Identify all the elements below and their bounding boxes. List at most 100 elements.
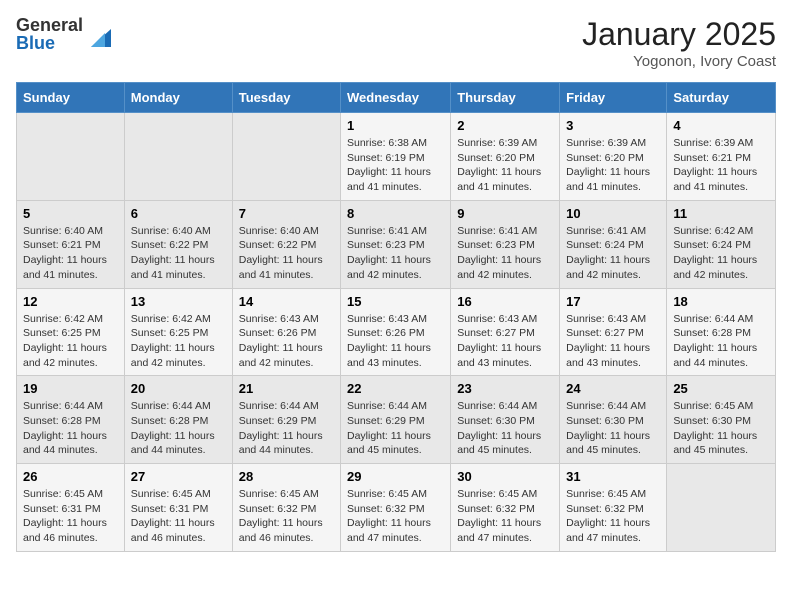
calendar-cell: 5 Sunrise: 6:40 AM Sunset: 6:21 PM Daylig… (17, 200, 125, 288)
day-info: Sunrise: 6:42 AM Sunset: 6:25 PM Dayligh… (23, 312, 118, 371)
calendar-cell: 31 Sunrise: 6:45 AM Sunset: 6:32 PM Dayli… (560, 464, 667, 552)
day-info: Sunrise: 6:45 AM Sunset: 6:31 PM Dayligh… (131, 487, 226, 546)
day-number: 28 (239, 469, 334, 484)
page-header: General Blue January 2025 Yogonon, Ivory… (16, 16, 776, 70)
day-number: 11 (673, 206, 769, 221)
calendar-cell: 21 Sunrise: 6:44 AM Sunset: 6:29 PM Dayli… (232, 376, 340, 464)
day-number: 10 (566, 206, 660, 221)
calendar-cell: 13Sunrise: 6:42 AM Sunset: 6:25 PM Dayli… (124, 288, 232, 376)
day-info: Sunrise: 6:45 AM Sunset: 6:32 PM Dayligh… (457, 487, 553, 546)
day-number: 29 (347, 469, 444, 484)
calendar-cell (124, 113, 232, 201)
day-number: 30 (457, 469, 553, 484)
calendar-cell: 27 Sunrise: 6:45 AM Sunset: 6:31 PM Dayli… (124, 464, 232, 552)
day-info: Sunrise: 6:44 AM Sunset: 6:28 PM Dayligh… (673, 312, 769, 371)
day-info: Sunrise: 6:41 AM Sunset: 6:23 PM Dayligh… (347, 224, 444, 283)
day-info: Sunrise: 6:44 AM Sunset: 6:29 PM Dayligh… (239, 399, 334, 458)
calendar-cell: 9 Sunrise: 6:41 AM Sunset: 6:23 PM Daylig… (451, 200, 560, 288)
day-info: Sunrise: 6:44 AM Sunset: 6:28 PM Dayligh… (23, 399, 118, 458)
day-number: 5 (23, 206, 118, 221)
day-info: Sunrise: 6:42 AM Sunset: 6:25 PM Dayligh… (131, 312, 226, 371)
weekday-header-wednesday: Wednesday (341, 83, 451, 113)
day-number: 21 (239, 381, 334, 396)
day-number: 3 (566, 118, 660, 133)
day-number: 22 (347, 381, 444, 396)
day-number: 31 (566, 469, 660, 484)
calendar-cell: 16Sunrise: 6:43 AM Sunset: 6:27 PM Dayli… (451, 288, 560, 376)
day-info: Sunrise: 6:45 AM Sunset: 6:32 PM Dayligh… (347, 487, 444, 546)
day-number: 14 (239, 294, 334, 309)
week-row-3: 12Sunrise: 6:42 AM Sunset: 6:25 PM Dayli… (17, 288, 776, 376)
week-row-2: 5 Sunrise: 6:40 AM Sunset: 6:21 PM Daylig… (17, 200, 776, 288)
day-info: Sunrise: 6:43 AM Sunset: 6:26 PM Dayligh… (347, 312, 444, 371)
weekday-header-thursday: Thursday (451, 83, 560, 113)
day-info: Sunrise: 6:43 AM Sunset: 6:27 PM Dayligh… (457, 312, 553, 371)
calendar-cell: 7 Sunrise: 6:40 AM Sunset: 6:22 PM Daylig… (232, 200, 340, 288)
calendar-cell: 6Sunrise: 6:40 AM Sunset: 6:22 PM Daylig… (124, 200, 232, 288)
day-number: 20 (131, 381, 226, 396)
calendar-cell: 22 Sunrise: 6:44 AM Sunset: 6:29 PM Dayli… (341, 376, 451, 464)
day-number: 17 (566, 294, 660, 309)
calendar-cell: 17 Sunrise: 6:43 AM Sunset: 6:27 PM Dayli… (560, 288, 667, 376)
calendar-cell: 1 Sunrise: 6:38 AM Sunset: 6:19 PM Daylig… (341, 113, 451, 201)
calendar-cell: 29 Sunrise: 6:45 AM Sunset: 6:32 PM Dayli… (341, 464, 451, 552)
day-info: Sunrise: 6:44 AM Sunset: 6:30 PM Dayligh… (457, 399, 553, 458)
day-info: Sunrise: 6:43 AM Sunset: 6:27 PM Dayligh… (566, 312, 660, 371)
calendar-cell: 15Sunrise: 6:43 AM Sunset: 6:26 PM Dayli… (341, 288, 451, 376)
calendar-cell (232, 113, 340, 201)
day-info: Sunrise: 6:39 AM Sunset: 6:20 PM Dayligh… (566, 136, 660, 195)
calendar-cell: 23 Sunrise: 6:44 AM Sunset: 6:30 PM Dayli… (451, 376, 560, 464)
day-info: Sunrise: 6:38 AM Sunset: 6:19 PM Dayligh… (347, 136, 444, 195)
calendar-cell: 19Sunrise: 6:44 AM Sunset: 6:28 PM Dayli… (17, 376, 125, 464)
calendar-cell (17, 113, 125, 201)
day-number: 18 (673, 294, 769, 309)
day-number: 7 (239, 206, 334, 221)
weekday-header-sunday: Sunday (17, 83, 125, 113)
calendar-cell: 14 Sunrise: 6:43 AM Sunset: 6:26 PM Dayli… (232, 288, 340, 376)
day-number: 6 (131, 206, 226, 221)
day-number: 4 (673, 118, 769, 133)
calendar-cell: 2 Sunrise: 6:39 AM Sunset: 6:20 PM Daylig… (451, 113, 560, 201)
calendar-cell: 24 Sunrise: 6:44 AM Sunset: 6:30 PM Dayli… (560, 376, 667, 464)
calendar-cell: 25Sunrise: 6:45 AM Sunset: 6:30 PM Dayli… (667, 376, 776, 464)
calendar-cell: 12Sunrise: 6:42 AM Sunset: 6:25 PM Dayli… (17, 288, 125, 376)
day-number: 26 (23, 469, 118, 484)
calendar-cell: 10 Sunrise: 6:41 AM Sunset: 6:24 PM Dayli… (560, 200, 667, 288)
title-block: January 2025 Yogonon, Ivory Coast (582, 16, 776, 70)
day-info: Sunrise: 6:45 AM Sunset: 6:31 PM Dayligh… (23, 487, 118, 546)
calendar-table: SundayMondayTuesdayWednesdayThursdayFrid… (16, 82, 776, 552)
day-info: Sunrise: 6:39 AM Sunset: 6:21 PM Dayligh… (673, 136, 769, 195)
day-info: Sunrise: 6:42 AM Sunset: 6:24 PM Dayligh… (673, 224, 769, 283)
weekday-header-row: SundayMondayTuesdayWednesdayThursdayFrid… (17, 83, 776, 113)
day-info: Sunrise: 6:41 AM Sunset: 6:24 PM Dayligh… (566, 224, 660, 283)
day-number: 1 (347, 118, 444, 133)
day-info: Sunrise: 6:39 AM Sunset: 6:20 PM Dayligh… (457, 136, 553, 195)
day-number: 27 (131, 469, 226, 484)
day-number: 9 (457, 206, 553, 221)
calendar-cell (667, 464, 776, 552)
calendar-cell: 11 Sunrise: 6:42 AM Sunset: 6:24 PM Dayli… (667, 200, 776, 288)
day-info: Sunrise: 6:44 AM Sunset: 6:30 PM Dayligh… (566, 399, 660, 458)
day-info: Sunrise: 6:40 AM Sunset: 6:22 PM Dayligh… (239, 224, 334, 283)
calendar-cell: 4 Sunrise: 6:39 AM Sunset: 6:21 PM Daylig… (667, 113, 776, 201)
day-info: Sunrise: 6:41 AM Sunset: 6:23 PM Dayligh… (457, 224, 553, 283)
day-number: 23 (457, 381, 553, 396)
day-info: Sunrise: 6:40 AM Sunset: 6:21 PM Dayligh… (23, 224, 118, 283)
day-number: 24 (566, 381, 660, 396)
calendar-cell: 30 Sunrise: 6:45 AM Sunset: 6:32 PM Dayli… (451, 464, 560, 552)
week-row-5: 26 Sunrise: 6:45 AM Sunset: 6:31 PM Dayli… (17, 464, 776, 552)
weekday-header-friday: Friday (560, 83, 667, 113)
logo: General Blue (16, 16, 111, 52)
logo-blue-text: Blue (16, 34, 83, 52)
day-info: Sunrise: 6:45 AM Sunset: 6:32 PM Dayligh… (566, 487, 660, 546)
day-info: Sunrise: 6:43 AM Sunset: 6:26 PM Dayligh… (239, 312, 334, 371)
day-number: 2 (457, 118, 553, 133)
day-info: Sunrise: 6:44 AM Sunset: 6:29 PM Dayligh… (347, 399, 444, 458)
weekday-header-saturday: Saturday (667, 83, 776, 113)
calendar-cell: 28Sunrise: 6:45 AM Sunset: 6:32 PM Dayli… (232, 464, 340, 552)
calendar-cell: 3 Sunrise: 6:39 AM Sunset: 6:20 PM Daylig… (560, 113, 667, 201)
location: Yogonon, Ivory Coast (582, 53, 776, 70)
day-info: Sunrise: 6:45 AM Sunset: 6:30 PM Dayligh… (673, 399, 769, 458)
logo-general-text: General (16, 16, 83, 34)
day-number: 8 (347, 206, 444, 221)
